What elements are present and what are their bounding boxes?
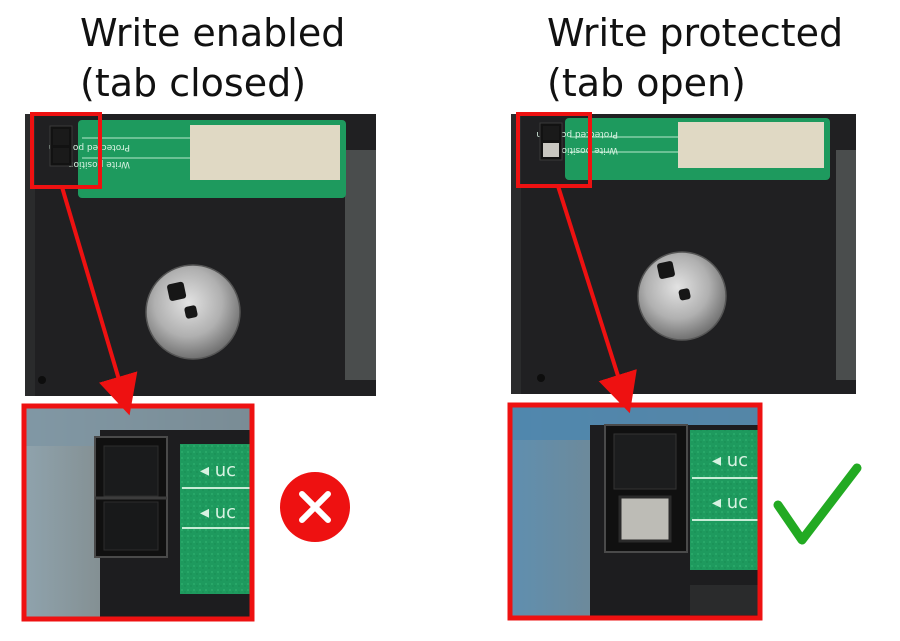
cross-icon bbox=[280, 472, 350, 542]
disk-photo-right: Protected position Write position bbox=[511, 114, 856, 394]
zoom-text-top: ◂ uc bbox=[200, 460, 236, 481]
check-icon bbox=[773, 463, 862, 545]
disk-label: Protected position Write position bbox=[536, 118, 830, 180]
zoom-panel-left: ◂ uc ◂ uc bbox=[24, 406, 252, 619]
disk-photo-left: Protected position Write position bbox=[25, 114, 376, 396]
write-tab-open bbox=[539, 122, 563, 161]
diagram-canvas: Protected position Write position ◂ uc ◂… bbox=[21, 112, 862, 622]
write-tab-closed bbox=[49, 125, 73, 167]
write-tab-open-zoomed bbox=[604, 424, 688, 553]
zoom-text-bottom: ◂ uc bbox=[712, 492, 748, 513]
disk-hub bbox=[637, 251, 727, 341]
write-tab-closed-zoomed bbox=[94, 436, 168, 558]
zoom-panel-right: ◂ uc ◂ uc bbox=[510, 405, 760, 618]
label-write-position: Write position bbox=[556, 145, 618, 155]
disk-hub bbox=[145, 264, 241, 360]
zoom-text-bottom: ◂ uc bbox=[200, 502, 236, 523]
zoom-text-top: ◂ uc bbox=[712, 450, 748, 471]
